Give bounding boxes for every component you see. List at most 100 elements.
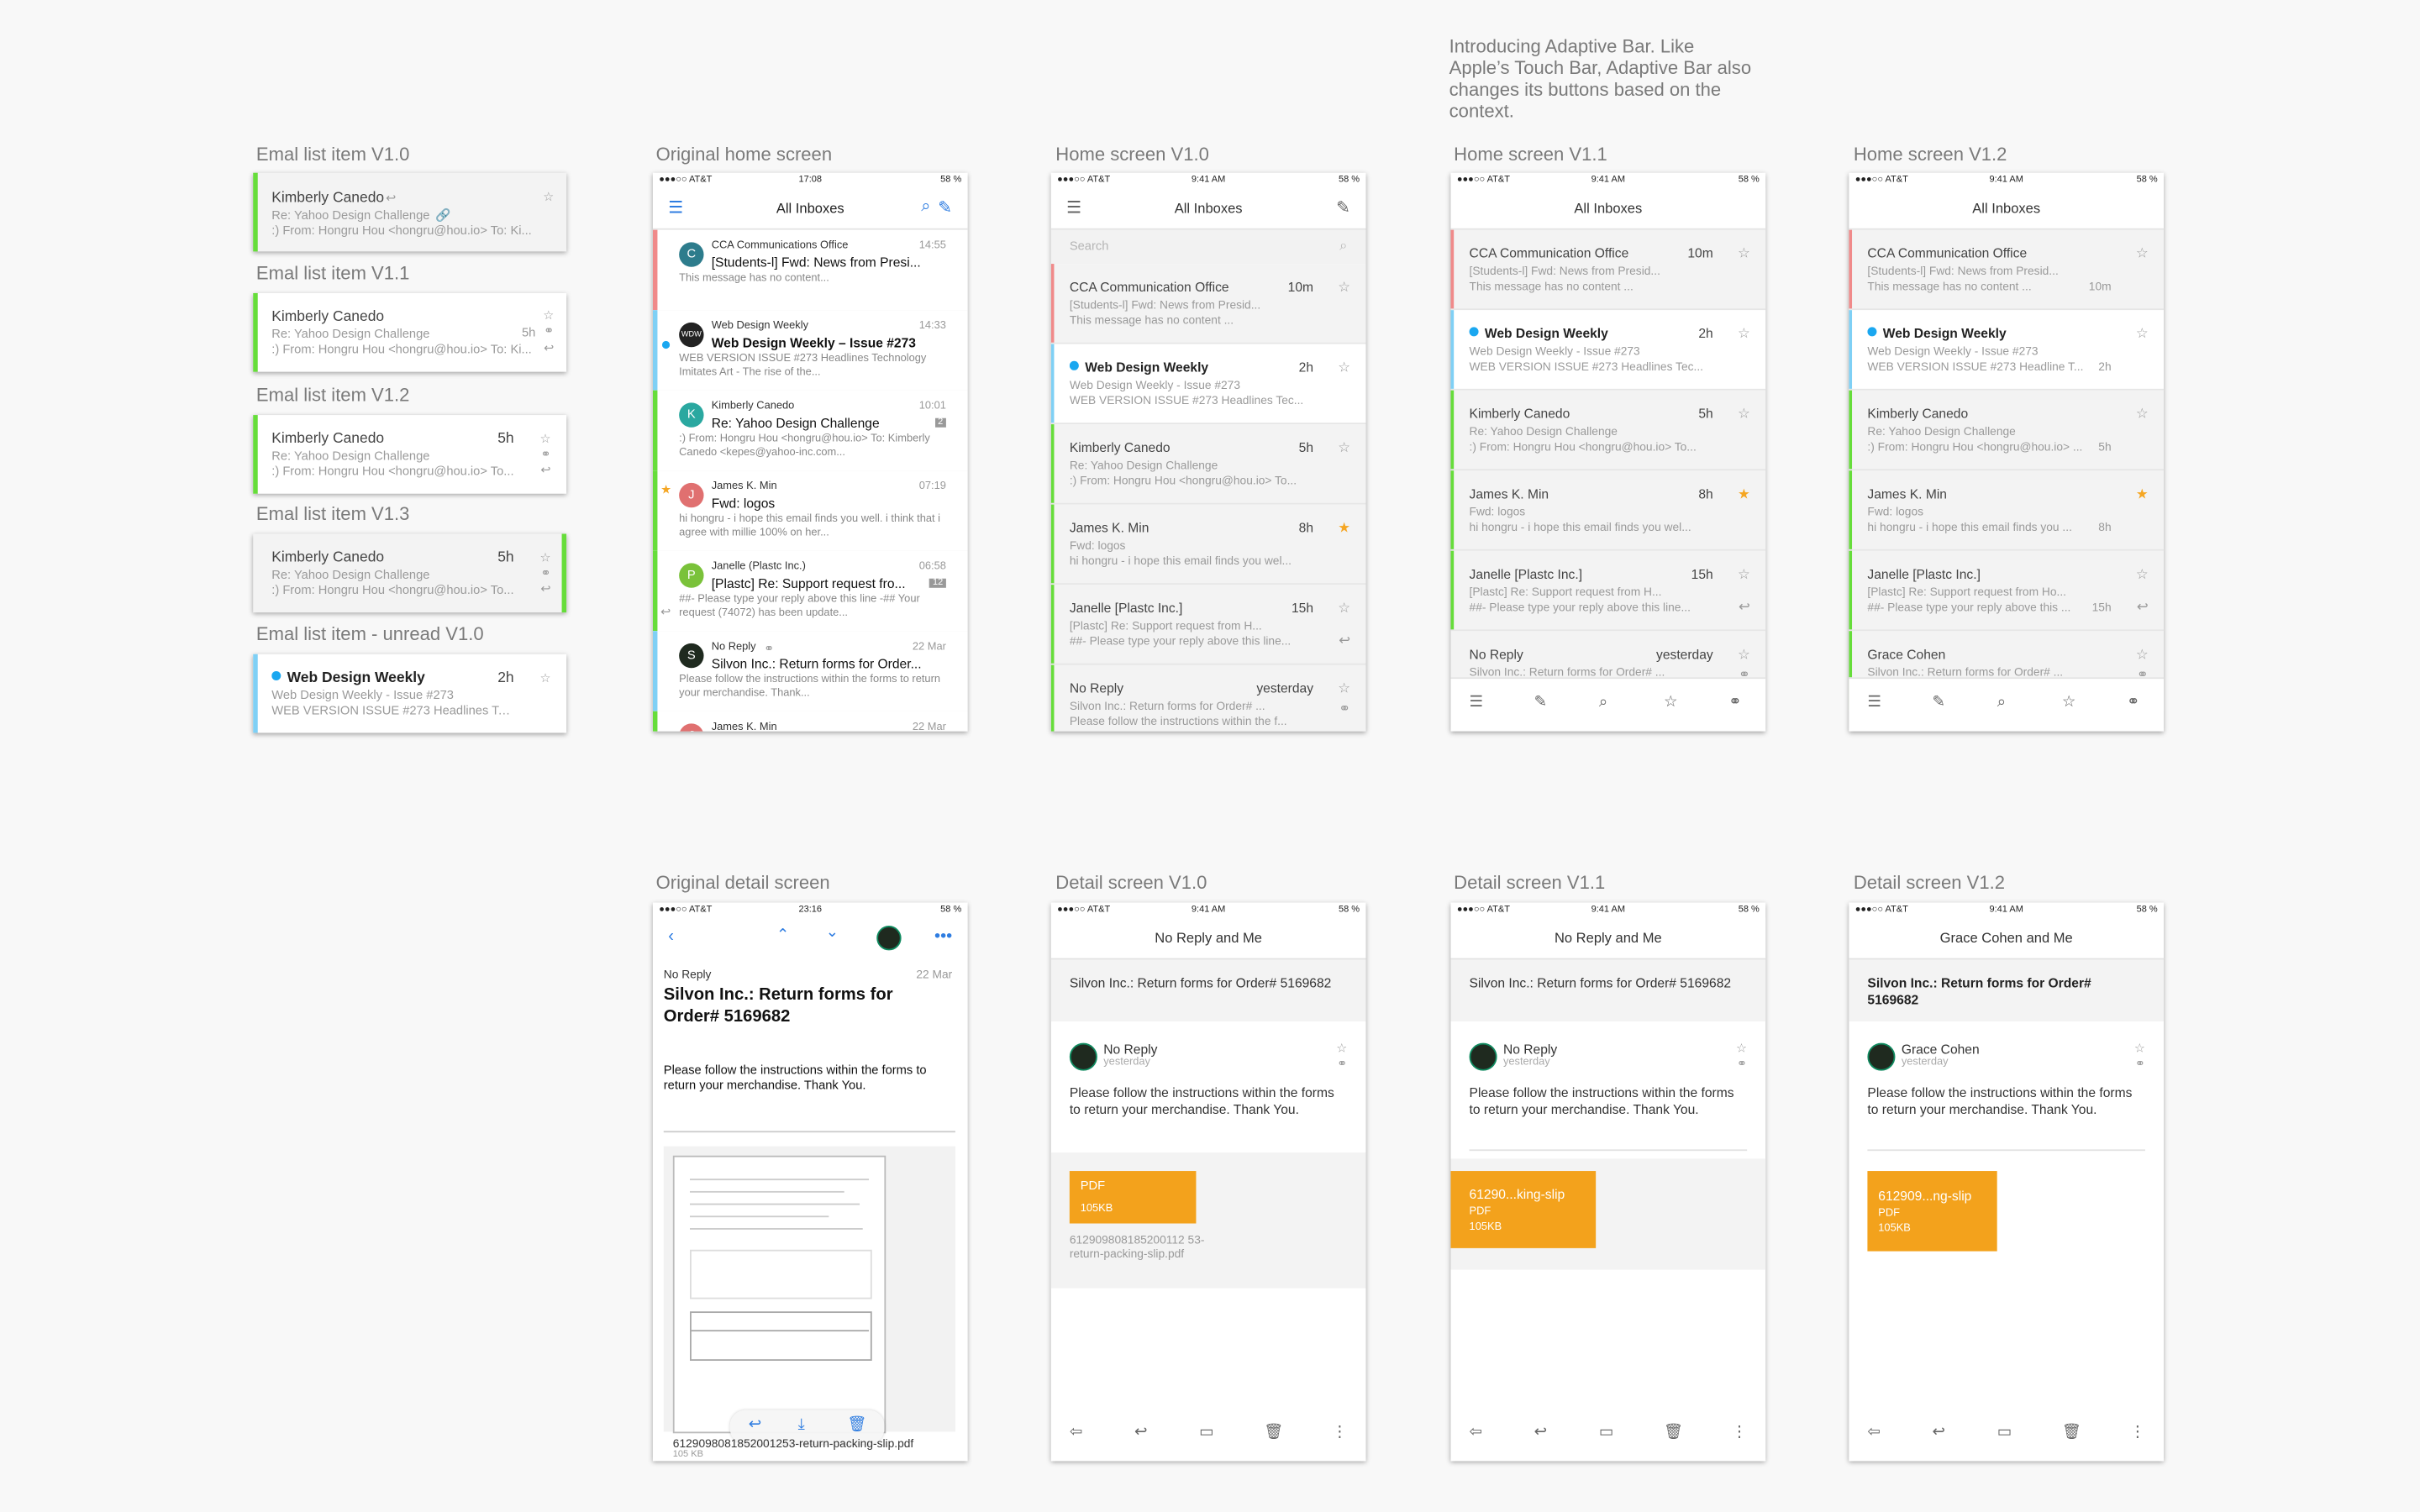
accounts-icon[interactable]: ☰ [1470, 695, 1483, 711]
star-icon[interactable]: ☆ [1738, 407, 1750, 421]
list-item[interactable]: Web Design Weekly 2h ☆ Web Design Weekly - … [1450, 310, 1766, 391]
star-icon[interactable]: ☆ [540, 672, 551, 685]
list-item[interactable]: Web Design Weekly ☆ Web Design Weekly - Is… [1849, 310, 2165, 391]
email-item-unread[interactable]: Web Design Weekly 2h ☆ Web Design Weekly… [253, 654, 567, 733]
attachment-preview[interactable] [663, 1146, 955, 1434]
attachment-tile[interactable]: 612909...ng-slip PDF 105KB [1867, 1171, 1997, 1252]
star-icon[interactable]: ☆ [1738, 567, 1750, 581]
list-item[interactable]: Kimberly Canedo 5h ☆ Re: Yahoo Design Chall… [1050, 424, 1366, 505]
star-icon[interactable]: ☆ [1338, 601, 1350, 615]
list-item[interactable]: S No Reply Silvon Inc.: Return forms for O… [652, 631, 968, 713]
download-icon[interactable]: ⤓ [798, 1416, 805, 1433]
reply-icon[interactable]: ↩ [749, 1416, 761, 1433]
list-item[interactable]: CCA Communication Office ☆ [Students-l] Fw… [1849, 229, 2165, 311]
attachment-tile[interactable]: 61290...king-slip PDF 105KB [1450, 1171, 1597, 1248]
star-icon[interactable]: ☆ [1738, 246, 1750, 260]
attachment-tile[interactable]: PDF 105KB [1069, 1171, 1197, 1224]
star-icon[interactable]: ☆ [1738, 326, 1750, 340]
attachment-icon[interactable]: ⚭ [2127, 695, 2139, 711]
list-item[interactable]: James K. Min ★ Fwd: logos hi hongru - i hop… [1849, 470, 2165, 551]
star-icon[interactable]: ☆ [2136, 407, 2149, 421]
back-icon[interactable]: ⇦ [1867, 1424, 1880, 1441]
star-icon[interactable]: ★ [1738, 486, 1750, 501]
list-item[interactable]: K Kimberly Canedo Re: Yahoo Design Challen… [652, 390, 968, 473]
list-item[interactable]: Kimberly Canedo 5h ☆ Re: Yahoo Design Chall… [1450, 390, 1766, 471]
star-icon[interactable]: ☆ [1338, 360, 1350, 375]
star-icon[interactable]: ☆ [2136, 567, 2149, 581]
star-icon[interactable]: ☆ [1336, 1042, 1347, 1056]
previous-icon[interactable]: ⌃ [776, 927, 789, 944]
star-icon[interactable]: ☆ [2136, 246, 2149, 260]
list-item[interactable]: James K. Min 8h ★ Fwd: logos hi hongru - i h… [1050, 504, 1366, 585]
star-icon[interactable]: ☆ [543, 191, 554, 204]
star-icon[interactable]: ☆ [540, 552, 551, 565]
item-subject: Web Design Weekly – Issue #273 [711, 334, 916, 350]
reply-icon[interactable]: ↩ [1534, 1424, 1547, 1441]
list-item[interactable]: James K. Min 8h ★ Fwd: logos hi hongru - i h… [1450, 470, 1766, 551]
star-icon[interactable]: ☆ [2062, 695, 2075, 711]
more-icon[interactable]: ⋮ [1732, 1424, 1747, 1441]
list-item[interactable]: P Janelle (Plastc Inc.) [Plastc] Re: Suppo… [652, 550, 968, 633]
star-icon[interactable]: ☆ [2136, 326, 2149, 340]
back-icon[interactable]: ⇦ [1070, 1424, 1082, 1441]
star-icon[interactable]: ☆ [2136, 647, 2149, 661]
trash-icon[interactable]: 🗑 [2062, 1424, 2081, 1441]
star-icon[interactable]: ☆ [1338, 280, 1350, 294]
more-icon[interactable]: ••• [934, 927, 952, 946]
list-item[interactable]: Janelle [Plastc Inc.] 15h ☆ [Plastc] Re: Su… [1050, 585, 1366, 665]
email-item-v13[interactable]: Kimberly Canedo 5h ☆ Re: Yahoo Design Ch… [253, 533, 567, 613]
list-item[interactable]: Janelle [Plastc Inc.] ☆ [Plastc] Re: Suppo… [1849, 550, 2165, 632]
star-icon[interactable]: ★ [1338, 521, 1350, 535]
archive-icon[interactable]: ▭ [1599, 1424, 1613, 1441]
list-item[interactable]: J James K. Min 22 Mar [652, 711, 968, 732]
compose-icon[interactable]: ✎ [1336, 197, 1350, 218]
back-icon[interactable]: ⇦ [1470, 1424, 1482, 1441]
compose-icon[interactable]: ✎ [938, 197, 952, 218]
list-item[interactable]: C CCA Communications Office [Students-l] F… [652, 229, 968, 312]
list-item[interactable]: Web Design Weekly 2h ☆ Web Design Weekly - … [1050, 344, 1366, 425]
list-item[interactable]: CCA Communication Office 10m ☆ [Students-l]… [1450, 229, 1766, 311]
label-detail-v10: Detail screen V1.0 [1055, 871, 1207, 894]
list-item[interactable]: CCA Communication Office 10m ☆ [Students-l]… [1050, 264, 1366, 344]
star-icon[interactable]: ★ [2136, 486, 2149, 501]
accounts-icon[interactable]: ☰ [1867, 695, 1881, 711]
trash-icon[interactable]: 🗑 [847, 1416, 866, 1433]
archive-icon[interactable]: ▭ [1997, 1424, 2012, 1441]
search-icon[interactable]: ⌕ [921, 197, 930, 218]
more-icon[interactable]: ⋮ [2130, 1424, 2145, 1441]
item-sender: Kimberly Canedo [1867, 406, 2077, 423]
star-icon[interactable]: ☆ [2134, 1042, 2145, 1056]
next-icon[interactable]: ⌄ [826, 924, 839, 941]
list-item[interactable]: WDW Web Design Weekly Web Design Weekly – … [652, 310, 968, 392]
email-item-v12[interactable]: Kimberly Canedo 5h ☆ Re: Yahoo Design Ch… [253, 415, 567, 494]
trash-icon[interactable]: 🗑 [1664, 1424, 1683, 1441]
reply-icon[interactable]: ↩ [1933, 1424, 1945, 1441]
star-icon[interactable]: ★ [660, 484, 671, 497]
list-item[interactable]: Kimberly Canedo ☆ Re: Yahoo Design Challen… [1849, 390, 2165, 471]
list-item[interactable]: J James K. Min Fwd: logos hi hongru - i hop… [652, 470, 968, 553]
item-time: 07:19 [918, 481, 946, 492]
compose-icon[interactable]: ✎ [1933, 695, 1945, 711]
trash-icon[interactable]: 🗑 [1264, 1424, 1283, 1441]
star-icon[interactable]: ☆ [1664, 695, 1677, 711]
star-icon[interactable]: ☆ [540, 433, 551, 446]
back-icon[interactable]: ‹ [668, 927, 674, 946]
compose-icon[interactable]: ✎ [1534, 695, 1547, 711]
list-item[interactable]: Janelle [Plastc Inc.] 15h ☆ [Plastc] Re: Su… [1450, 550, 1766, 632]
search-icon[interactable]: ⌕ [1997, 695, 2006, 711]
email-item-v11[interactable]: Kimberly Canedo ☆ Re: Yahoo Design Chall… [253, 292, 567, 372]
more-icon[interactable]: ⋮ [1332, 1424, 1347, 1441]
star-icon[interactable]: ☆ [1736, 1042, 1747, 1056]
star-icon[interactable]: ☆ [1738, 647, 1750, 661]
attachment-icon[interactable]: ⚭ [1728, 695, 1741, 711]
star-icon[interactable]: ☆ [1338, 440, 1350, 454]
search-bar[interactable]: Search ⌕ [1050, 229, 1366, 265]
star-icon[interactable]: ☆ [1338, 681, 1350, 696]
email-item-v10[interactable]: Kimberly Canedo ↩ ☆ Re: Yahoo Design Cha… [253, 172, 567, 252]
nav-title: All Inboxes [1174, 200, 1243, 217]
star-icon[interactable]: ☆ [543, 309, 554, 323]
list-item[interactable]: No Reply yesterday ☆ Silvon Inc.: Return fo… [1050, 664, 1366, 732]
search-icon[interactable]: ⌕ [1599, 695, 1607, 711]
archive-icon[interactable]: ▭ [1199, 1424, 1213, 1441]
reply-icon[interactable]: ↩ [1134, 1424, 1147, 1441]
